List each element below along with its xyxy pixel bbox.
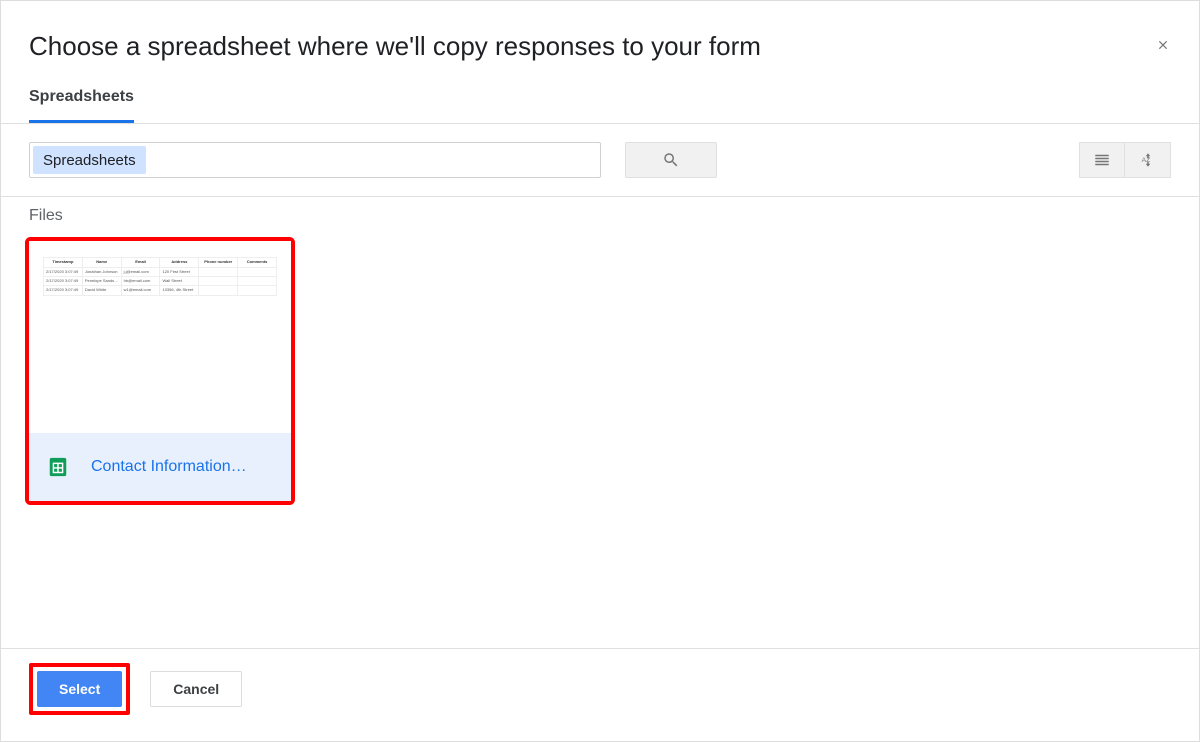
content-area: Files TimestampNameEmailAddressPhone num… [1, 197, 1199, 648]
close-button[interactable] [1149, 31, 1177, 59]
select-button[interactable]: Select [37, 671, 122, 707]
search-field[interactable]: Spreadsheets [29, 142, 601, 178]
file-thumbnail: TimestampNameEmailAddressPhone numberCom… [29, 241, 291, 433]
sort-az-icon: AZ [1139, 151, 1157, 169]
search-button[interactable] [625, 142, 717, 178]
file-card[interactable]: TimestampNameEmailAddressPhone numberCom… [29, 241, 291, 501]
list-icon [1093, 151, 1111, 169]
sheets-icon [47, 456, 69, 478]
select-button-highlight: Select [29, 663, 130, 715]
dialog-header: Choose a spreadsheet where we'll copy re… [1, 1, 1199, 62]
svg-text:AZ: AZ [1141, 157, 1150, 164]
dialog-title: Choose a spreadsheet where we'll copy re… [29, 31, 1171, 62]
dialog-footer: Select Cancel [1, 648, 1199, 741]
cancel-button[interactable]: Cancel [150, 671, 242, 707]
file-picker-dialog: Choose a spreadsheet where we'll copy re… [0, 0, 1200, 742]
sort-button[interactable]: AZ [1125, 142, 1171, 178]
search-icon [662, 151, 680, 169]
view-toggle: AZ [1079, 142, 1171, 178]
search-filter-chip[interactable]: Spreadsheets [33, 146, 146, 174]
thumbnail-preview-table: TimestampNameEmailAddressPhone numberCom… [43, 257, 277, 296]
toolbar: Spreadsheets AZ [1, 124, 1199, 197]
search-input[interactable] [146, 143, 600, 177]
tabs: Spreadsheets [1, 88, 1199, 124]
section-label-files: Files [29, 207, 1171, 225]
file-name: Contact Information… [91, 458, 247, 476]
file-meta: Contact Information… [29, 433, 291, 501]
list-view-button[interactable] [1079, 142, 1125, 178]
close-icon [1156, 38, 1170, 52]
tab-spreadsheets[interactable]: Spreadsheets [29, 88, 134, 123]
